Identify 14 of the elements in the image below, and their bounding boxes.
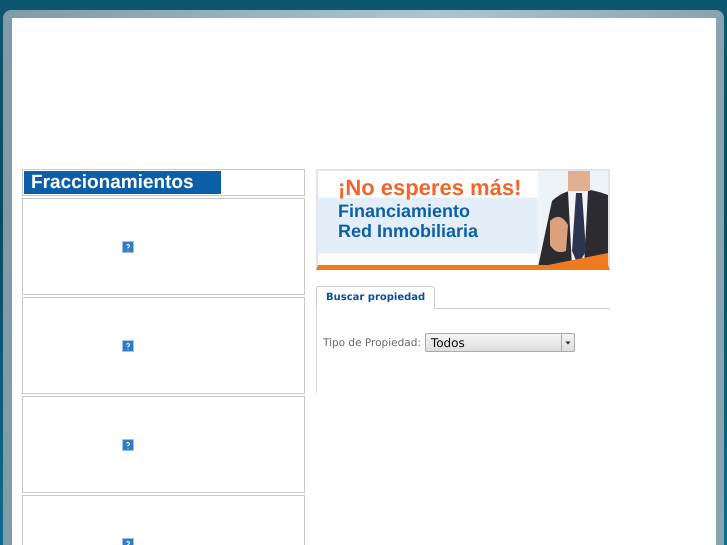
listing-card[interactable] [22,198,305,295]
banner-headline: ¡No esperes más! [338,175,522,201]
listing-card[interactable] [22,396,305,493]
financing-banner[interactable]: ¡No esperes más! Financiamiento Red Inmobiliaria [316,169,610,270]
property-type-select[interactable]: Todos [424,333,575,352]
banner-text: Financiamiento [338,201,472,221]
broken-image-icon [122,240,134,252]
tab[interactable]: Buscar propiedad [316,286,436,309]
broken-image-icon [122,438,134,450]
field-label: Tipo de Propiedad: [323,337,421,349]
listing-card[interactable] [22,297,305,394]
banner-text: Red Inmobiliaria [338,221,480,241]
broken-image-icon [122,340,134,352]
section-title: Fraccionamientos [24,171,221,194]
